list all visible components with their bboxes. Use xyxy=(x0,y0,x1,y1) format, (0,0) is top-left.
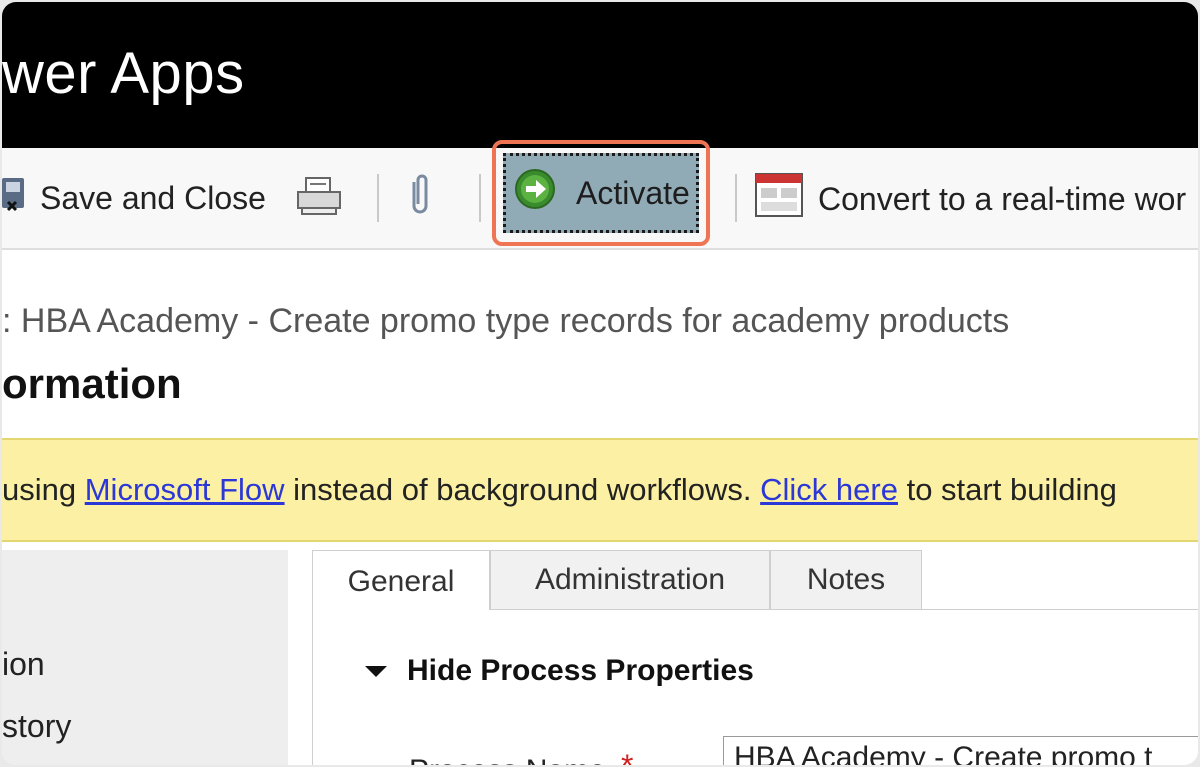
highlight-frame: Activate xyxy=(492,140,710,246)
process-name-label: Process Name xyxy=(409,754,606,765)
section-toggle[interactable]: Hide Process Properties xyxy=(365,654,754,688)
toolbar-separator xyxy=(735,174,737,222)
breadcrumb: : HBA Academy - Create promo type record… xyxy=(2,302,1010,340)
notice-banner: using Microsoft Flow instead of backgrou… xyxy=(2,438,1198,542)
save-close-icon xyxy=(2,174,28,222)
tab-administration[interactable]: Administration xyxy=(490,550,770,610)
attach-icon[interactable] xyxy=(408,172,432,218)
window: wer Apps Save and Close Activate Convert… xyxy=(2,2,1198,765)
notice-middle: instead of background workflows. xyxy=(284,472,761,507)
activate-icon xyxy=(514,168,556,218)
save-and-close-button[interactable]: Save and Close xyxy=(2,174,266,222)
nav-item-history[interactable]: story xyxy=(2,708,71,745)
notice-text: using Microsoft Flow instead of backgrou… xyxy=(2,472,1117,508)
print-icon[interactable] xyxy=(296,176,342,216)
convert-icon xyxy=(754,172,804,226)
app-title: wer Apps xyxy=(2,41,245,106)
convert-label: Convert to a real-time wor xyxy=(818,180,1187,217)
toolbar-separator xyxy=(479,174,481,222)
save-and-close-label: Save and Close xyxy=(40,179,266,216)
collapse-triangle-icon xyxy=(365,665,387,677)
process-name-field[interactable]: HBA Academy - Create promo t xyxy=(723,736,1198,765)
microsoft-flow-link[interactable]: Microsoft Flow xyxy=(85,472,285,507)
left-navigation: ion story xyxy=(2,550,288,765)
app-header-bar: wer Apps xyxy=(2,2,1198,148)
section-title: Hide Process Properties xyxy=(407,654,754,687)
nav-item-information[interactable]: ion xyxy=(2,646,45,683)
convert-to-realtime-button[interactable]: Convert to a real-time wor xyxy=(754,172,1186,226)
activate-label: Activate xyxy=(576,174,690,211)
notice-prefix: using xyxy=(2,472,85,507)
general-tab-panel: Hide Process Properties Process Name * H… xyxy=(312,610,1198,765)
command-bar: Save and Close Activate Convert to a rea… xyxy=(2,140,1198,250)
activate-button[interactable]: Activate xyxy=(503,153,699,233)
page-title: ormation xyxy=(2,360,182,407)
click-here-link[interactable]: Click here xyxy=(760,472,898,507)
tab-general[interactable]: General xyxy=(312,550,490,612)
required-marker: * xyxy=(621,748,633,765)
tab-notes[interactable]: Notes xyxy=(770,550,922,610)
toolbar-separator xyxy=(377,174,379,222)
notice-suffix: to start building xyxy=(897,472,1117,507)
